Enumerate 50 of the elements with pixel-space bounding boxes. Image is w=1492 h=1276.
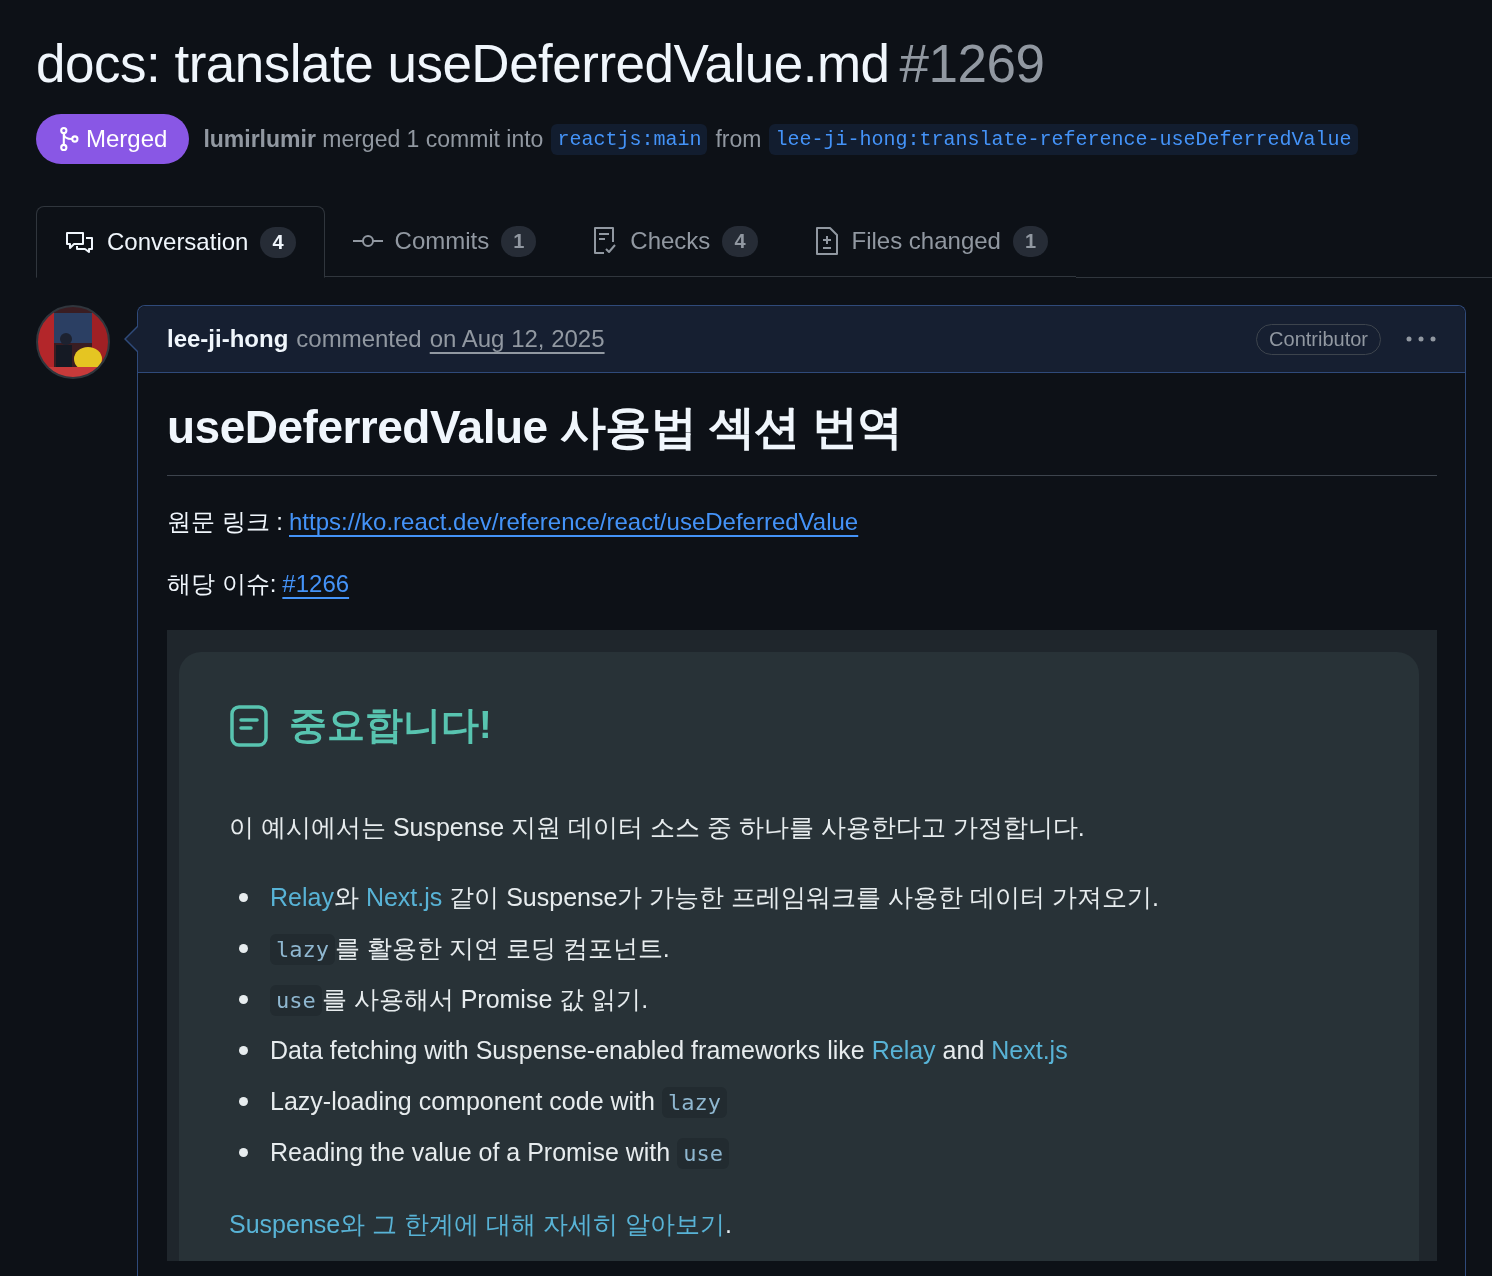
tab[interactable]: Files changed 1 xyxy=(785,206,1077,277)
list-item: lazy 를 활용한 지연 로딩 컴포넌트. xyxy=(270,932,670,965)
file-diff-icon xyxy=(813,226,840,256)
link[interactable]: Next.js xyxy=(991,1036,1068,1064)
comment-heading: useDeferredValue 사용법 섹션 번역 xyxy=(167,397,1437,476)
note-footer: Suspense와 그 한계에 대해 자세히 알아보기. xyxy=(229,1208,1379,1241)
note-icon xyxy=(229,703,269,748)
tab-count: 1 xyxy=(501,225,537,257)
paragraph-label: 해당 이슈: xyxy=(167,570,277,597)
from-label: from xyxy=(715,125,762,153)
note-title: 중요합니다! xyxy=(289,703,492,748)
tab-count: 1 xyxy=(1012,225,1049,257)
tab-count: 4 xyxy=(722,225,758,257)
tab[interactable]: Checks 4 xyxy=(564,206,786,277)
pr-title: docs: translate useDeferredValue.md xyxy=(36,34,890,93)
comment-action: commented xyxy=(296,325,422,353)
bullet-icon xyxy=(239,893,248,902)
tab[interactable]: Conversation 4 xyxy=(36,206,325,278)
link[interactable]: Suspense와 그 한계에 대해 자세히 알아보기 xyxy=(229,1210,725,1238)
list-item: Data fetching with Suspense-enabled frameworks like Relay and Next.js xyxy=(270,1036,1068,1065)
tab[interactable]: Commits 1 xyxy=(324,206,565,277)
bullet-icon xyxy=(239,1148,248,1157)
link[interactable]: https://ko.react.dev/reference/react/useDeferredValue xyxy=(289,508,859,535)
note-text: 이 예시에서는 Suspense 지원 데이터 소스 중 하나를 사용한다고 가정합니다. xyxy=(229,812,1086,843)
comment-author[interactable]: lee-ji-hong xyxy=(167,325,289,353)
speech-bubbles-icon xyxy=(65,230,95,254)
list-item: use 를 사용해서 Promise 값 읽기. xyxy=(270,983,649,1016)
bullet-icon xyxy=(239,944,248,953)
branch-link[interactable]: reactjs:main xyxy=(551,123,708,155)
link[interactable]: Relay xyxy=(270,883,334,911)
merge-icon xyxy=(58,126,80,152)
checklist-icon xyxy=(592,226,619,256)
link[interactable]: Relay xyxy=(871,1036,936,1064)
bullet-icon xyxy=(239,1046,248,1055)
merge-summary: lumirlumir merged 1 commit into xyxy=(203,125,544,153)
branch-link[interactable]: lee-ji-hong:translate-reference-useDeferredValue xyxy=(769,123,1358,155)
list-item: Lazy-loading component code with lazy xyxy=(270,1087,727,1116)
pr-number: #1269 xyxy=(899,34,1045,93)
paragraph-label: 원문 링크 : xyxy=(167,508,283,535)
commit-icon xyxy=(352,234,383,248)
link[interactable]: #1266 xyxy=(282,570,350,597)
link[interactable]: Next.js xyxy=(365,883,443,911)
merged-status-badge: Merged xyxy=(36,114,190,164)
list-item: Relay와 Next.js 같이 Suspense가 가능한 프레임워크를 사용한 데이터 가져오기. xyxy=(270,882,1160,913)
bullet-icon xyxy=(239,995,248,1004)
tab-count: 4 xyxy=(260,226,296,258)
comment-date-link[interactable]: on Aug 12, 2025 xyxy=(429,325,605,353)
bullet-icon xyxy=(239,1097,248,1106)
list-item: Reading the value of a Promise with use xyxy=(270,1138,729,1167)
more-options-icon[interactable] xyxy=(1405,335,1437,343)
